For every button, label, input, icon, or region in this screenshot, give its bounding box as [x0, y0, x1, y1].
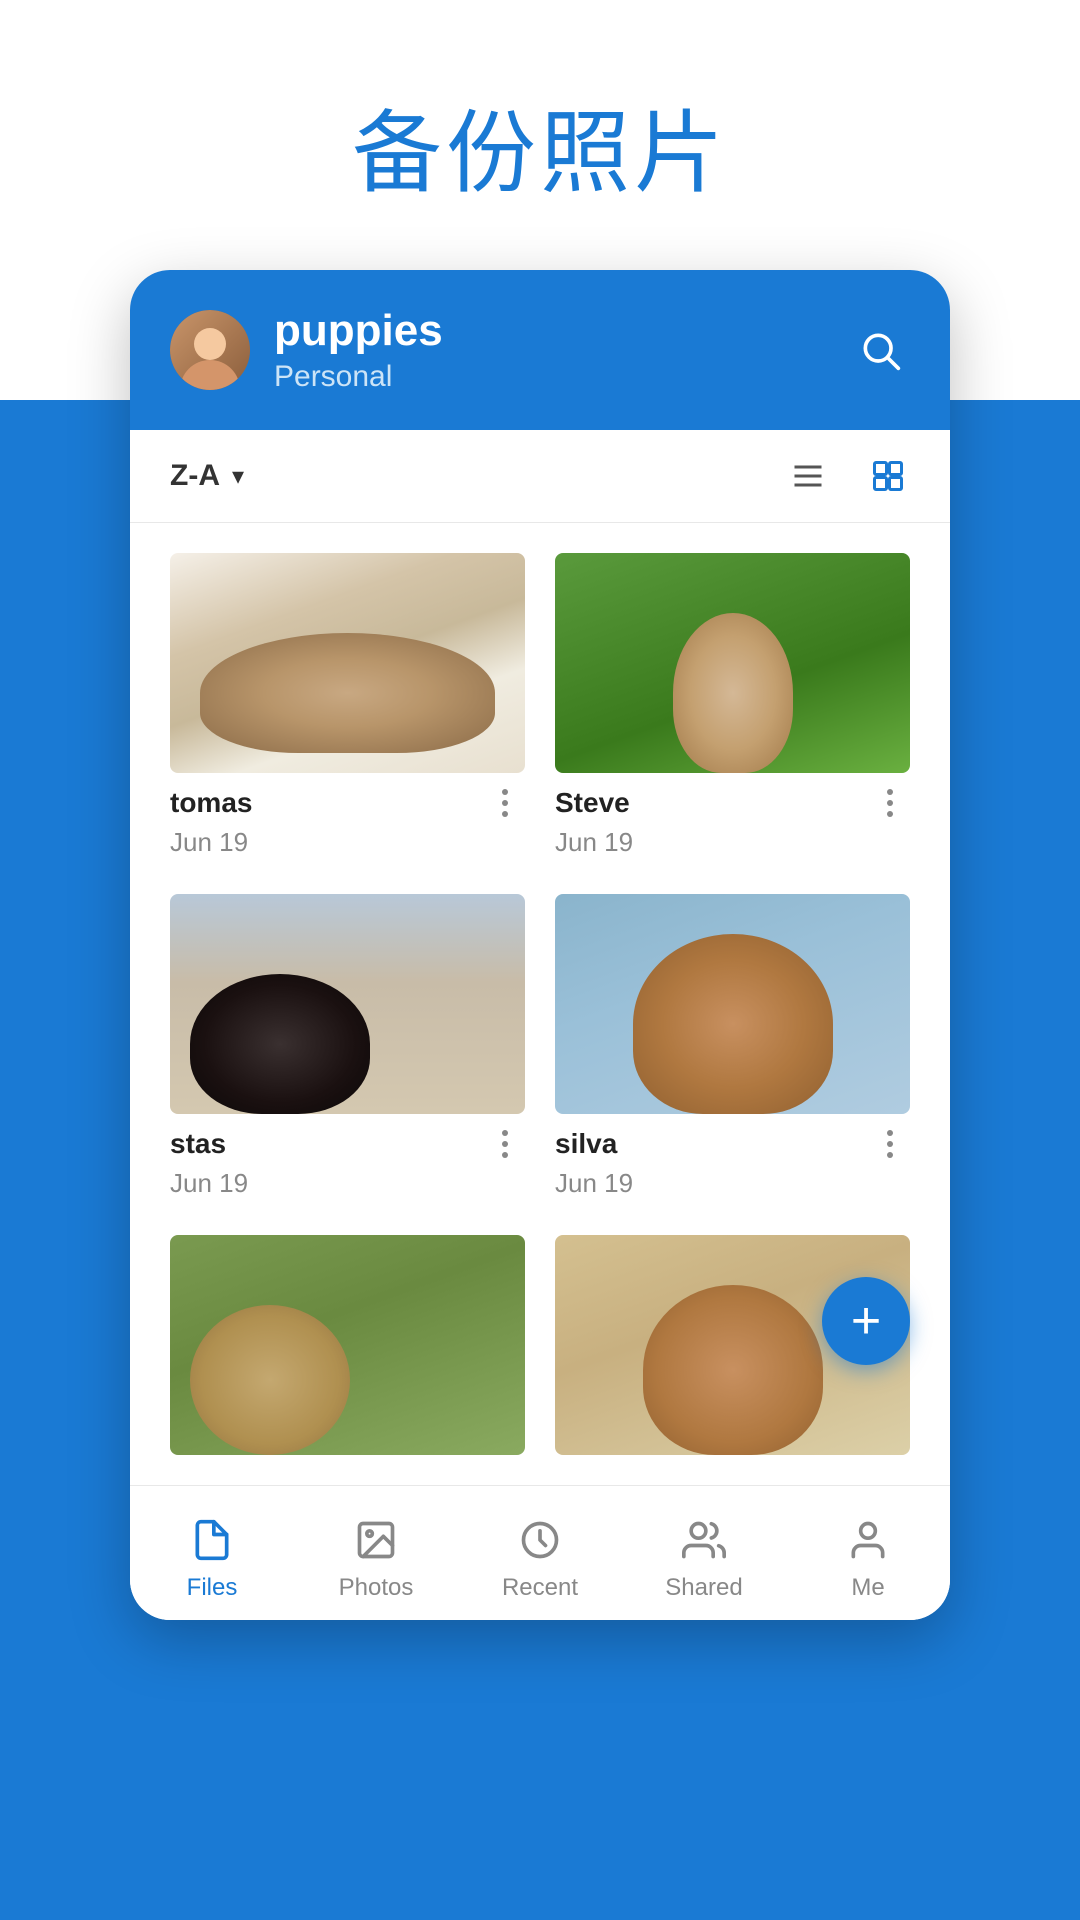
chevron-down-icon: ▾	[232, 462, 244, 491]
dot	[887, 1141, 893, 1147]
file-thumbnail[interactable]	[170, 553, 525, 773]
list-item: stas Jun 19	[170, 894, 525, 1205]
file-date: Jun 19	[555, 1168, 910, 1205]
file-date: Jun 19	[170, 827, 525, 864]
file-info: silva	[555, 1114, 910, 1168]
phone-mockup: puppies Personal Z-A ▾	[130, 270, 950, 1620]
sort-label: Z-A	[170, 459, 220, 493]
more-options-button[interactable]	[870, 783, 910, 823]
file-name: silva	[555, 1128, 617, 1160]
add-button[interactable]: +	[822, 1277, 910, 1365]
me-icon	[842, 1514, 894, 1566]
dot	[887, 800, 893, 806]
more-options-button[interactable]	[485, 1124, 525, 1164]
file-date: Jun 19	[170, 1168, 525, 1205]
list-item: silva Jun 19	[555, 894, 910, 1205]
dot	[502, 1141, 508, 1147]
file-date: Jun 19	[555, 827, 910, 864]
files-icon	[186, 1514, 238, 1566]
file-thumbnail[interactable]	[170, 894, 525, 1114]
file-thumbnail[interactable]	[555, 553, 910, 773]
nav-label-recent: Recent	[502, 1574, 578, 1602]
header-text: puppies Personal	[274, 306, 826, 394]
dot	[887, 1130, 893, 1136]
nav-item-shared[interactable]: Shared	[644, 1506, 764, 1610]
header-usertype: Personal	[274, 360, 826, 394]
file-info: tomas	[170, 773, 525, 827]
dot	[502, 1152, 508, 1158]
dot	[502, 1130, 508, 1136]
file-name: tomas	[170, 787, 252, 819]
photos-icon	[350, 1514, 402, 1566]
list-view-button[interactable]	[786, 454, 830, 498]
list-icon	[790, 458, 826, 494]
dot	[502, 811, 508, 817]
file-info: stas	[170, 1114, 525, 1168]
list-item	[170, 1235, 525, 1455]
grid-view-button[interactable]	[866, 454, 910, 498]
search-button[interactable]	[850, 320, 910, 380]
file-thumbnail[interactable]	[555, 894, 910, 1114]
grid-icon	[870, 458, 906, 494]
dot	[887, 811, 893, 817]
nav-item-me[interactable]: Me	[808, 1506, 928, 1610]
file-name: Steve	[555, 787, 630, 819]
nav-label-me: Me	[851, 1574, 884, 1602]
bottom-navigation: Files Photos Recent	[130, 1485, 950, 1620]
nav-label-files: Files	[187, 1574, 238, 1602]
page-title: 备份照片	[352, 80, 728, 210]
list-item: tomas Jun 19	[170, 553, 525, 864]
avatar	[170, 310, 250, 390]
avatar-image	[170, 310, 250, 390]
phone-content: tomas Jun 19 Steve	[130, 523, 950, 1485]
add-icon: +	[851, 1295, 881, 1347]
search-icon	[858, 328, 902, 372]
file-name: stas	[170, 1128, 226, 1160]
header-username: puppies	[274, 306, 826, 356]
more-options-button[interactable]	[870, 1124, 910, 1164]
dot	[887, 789, 893, 795]
nav-item-recent[interactable]: Recent	[480, 1506, 600, 1610]
app-header: puppies Personal	[130, 270, 950, 430]
file-thumbnail[interactable]	[170, 1235, 525, 1455]
dot	[502, 800, 508, 806]
nav-item-photos[interactable]: Photos	[316, 1506, 436, 1610]
dot	[502, 789, 508, 795]
more-options-button[interactable]	[485, 783, 525, 823]
list-item: Steve Jun 19	[555, 553, 910, 864]
recent-icon	[514, 1514, 566, 1566]
file-info: Steve	[555, 773, 910, 827]
nav-item-files[interactable]: Files	[152, 1506, 272, 1610]
dot	[887, 1152, 893, 1158]
shared-icon	[678, 1514, 730, 1566]
toolbar-right	[786, 454, 910, 498]
nav-label-photos: Photos	[339, 1574, 414, 1602]
sort-control[interactable]: Z-A ▾	[170, 459, 244, 493]
nav-label-shared: Shared	[665, 1574, 742, 1602]
toolbar: Z-A ▾	[130, 430, 950, 523]
